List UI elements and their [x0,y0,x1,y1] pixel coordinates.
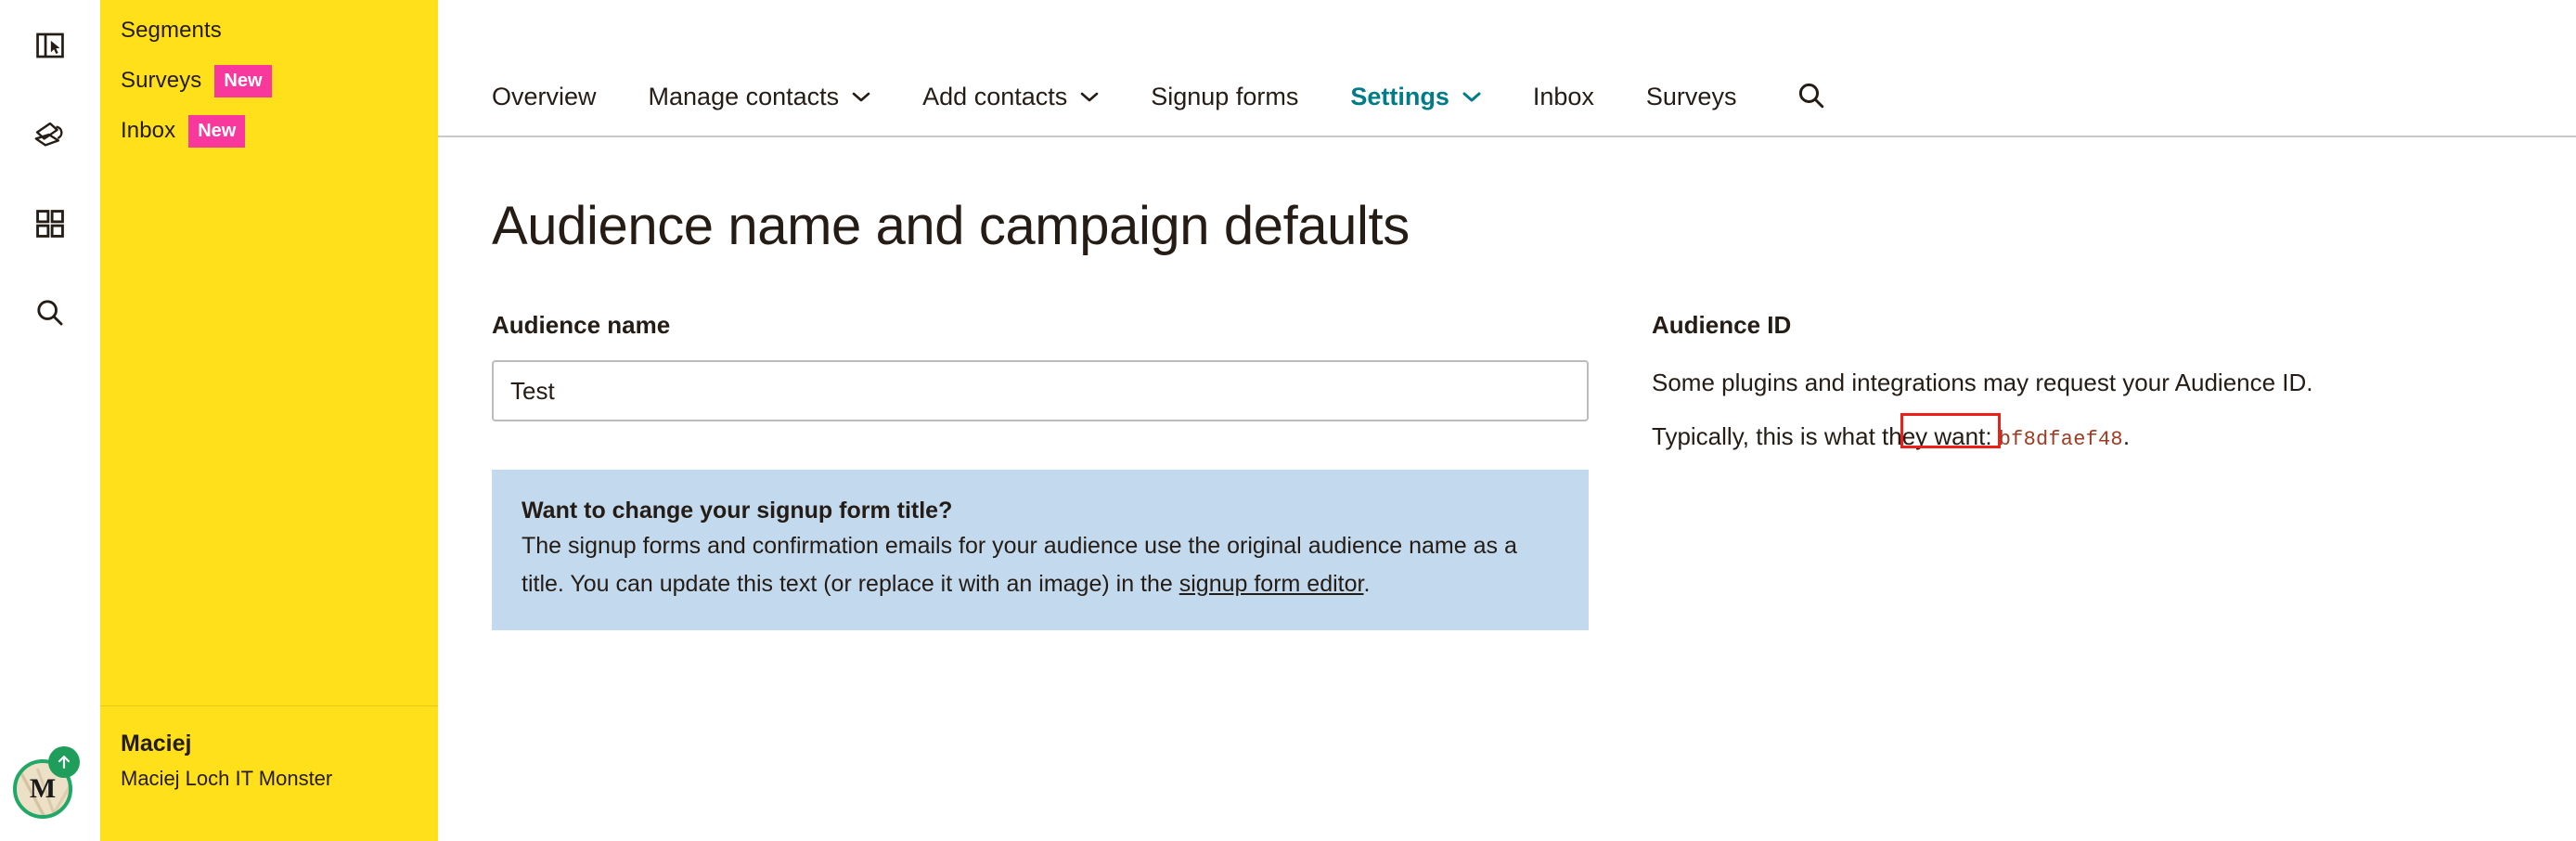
chevron-down-icon [1080,91,1099,103]
audience-id-prefix: Typically, this is what they want: [1652,422,1999,451]
sidebar-nav: Segments Surveys New Inbox New [100,0,438,156]
nav-item-label: Manage contacts [648,83,840,110]
signup-form-editor-link[interactable]: signup form editor [1179,571,1364,597]
audience-id-column: Audience ID Some plugins and integration… [1652,311,2576,630]
sidebar-item-label: Inbox [121,118,176,143]
nav-item-label: Settings [1350,83,1449,110]
user-name: Maciej [121,731,192,757]
nav-item-label: Inbox [1532,83,1594,110]
audience-id-code[interactable]: bf8dfaef48 [1999,428,2123,451]
info-box-title: Want to change your signup form title? [522,498,953,524]
nav-item-overview[interactable]: Overview [492,83,597,111]
main-content: Overview Manage contacts Add contacts Si… [438,0,2576,841]
audience-id-value-line: Typically, this is what they want: bf8df… [1652,413,2576,456]
avatar-initial: M [29,773,57,804]
audience-name-column: Audience name Want to change your signup… [492,311,1591,631]
new-badge: New [188,114,246,148]
sidebar-item-segments[interactable]: Segments [100,6,438,56]
icon-rail: M [0,0,100,841]
audience-id-title: Audience ID [1652,311,1792,339]
sidebar-item-inbox[interactable]: Inbox New [100,106,438,156]
avatar[interactable]: M [7,746,85,824]
nav-item-label: Overview [492,83,597,110]
user-organization: Maciej Loch IT Monster [121,766,333,790]
search-icon[interactable] [0,288,100,338]
top-navigation: Overview Manage contacts Add contacts Si… [438,0,2576,137]
info-box-body-line1: The signup forms and confirmation emails… [522,533,1302,560]
nav-item-settings[interactable]: Settings [1350,83,1481,111]
nav-item-manage-contacts[interactable]: Manage contacts [649,83,871,111]
sidebar-item-surveys[interactable]: Surveys New [100,56,438,106]
nav-search-icon[interactable] [1796,80,1827,111]
audience-name-input[interactable] [492,360,1589,421]
app-root: M Segments Surveys New Inbox New Maciej … [0,0,2576,841]
nav-item-label: Surveys [1645,83,1737,110]
nav-item-label: Add contacts [922,83,1068,110]
campaigns-icon[interactable] [0,110,100,160]
page-title: Audience name and campaign defaults [492,196,1410,256]
audience-id-description: Some plugins and integrations may reques… [1652,369,2313,396]
chevron-down-icon [1462,91,1481,103]
sidebar-item-label: Surveys [121,68,202,93]
nav-item-label: Signup forms [1151,83,1299,110]
sidebar-item-label: Segments [121,18,222,43]
new-badge: New [214,64,272,97]
settings-columns: Audience name Want to change your signup… [438,257,2576,631]
chevron-down-icon [852,91,870,103]
audience-id-suffix: . [2122,422,2131,451]
nav-item-signup-forms[interactable]: Signup forms [1151,83,1298,111]
apps-grid-icon[interactable] [0,199,100,249]
nav-item-add-contacts[interactable]: Add contacts [922,83,1099,111]
sidebar-toggle-icon[interactable] [0,20,100,71]
nav-item-surveys[interactable]: Surveys [1646,83,1737,111]
audience-sidebar: Segments Surveys New Inbox New Maciej Ma… [100,0,438,841]
audience-name-label: Audience name [492,311,671,339]
nav-item-inbox[interactable]: Inbox [1533,83,1594,111]
signup-form-info-box: Want to change your signup form title? T… [492,470,1589,631]
info-box-body: The signup forms and confirmation emails… [522,527,1559,602]
sidebar-user-block[interactable]: Maciej Maciej Loch IT Monster [100,705,438,841]
info-box-body-period: . [1363,570,1371,597]
